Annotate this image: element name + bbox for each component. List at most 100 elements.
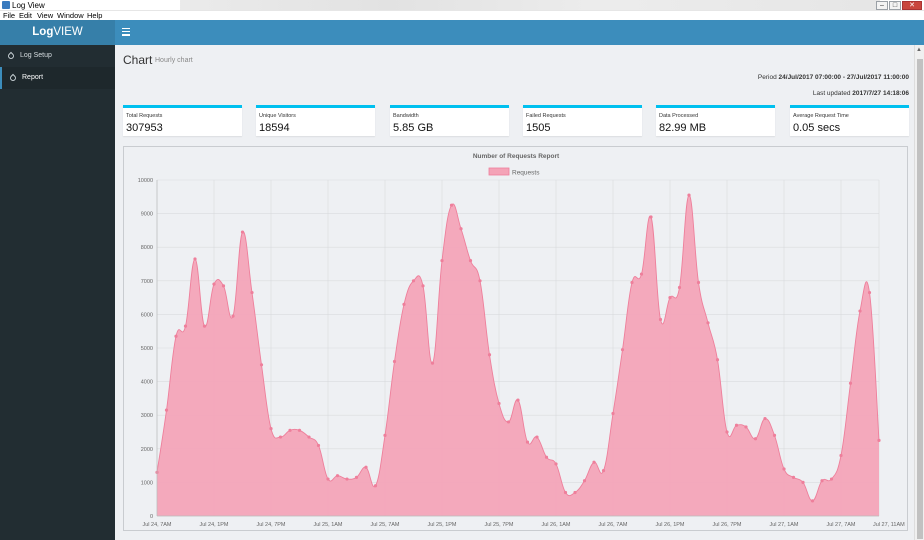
data-point [392, 359, 397, 364]
period-range: Period 24/Jul/2017 07:00:00 - 27/Jul/201… [758, 74, 909, 81]
sidebar-item-report[interactable]: Report [0, 67, 115, 89]
data-point [478, 279, 482, 283]
y-tick-label: 8000 [141, 245, 153, 251]
sidebar-item-label: Report [22, 74, 44, 81]
data-point [278, 435, 283, 439]
link-icon [8, 73, 18, 83]
data-point [307, 435, 311, 439]
data-point [411, 279, 416, 283]
sidebar-item-log-setup[interactable]: Log Setup [0, 45, 115, 67]
data-point [668, 296, 672, 300]
stat-data-processed: Data Processed 82.99 MB [656, 105, 775, 136]
sidebar-item-label: Log Setup [20, 52, 52, 59]
data-point [174, 334, 178, 338]
maximize-button[interactable]: □ [889, 1, 901, 10]
scroll-up-icon[interactable]: ▲ [916, 47, 922, 53]
data-point [525, 440, 530, 444]
hamburger-menu-icon[interactable] [122, 28, 130, 36]
data-point [630, 280, 634, 285]
data-point [601, 469, 606, 473]
x-tick-label: Jul 26, 1PM [655, 522, 684, 528]
data-point [763, 416, 767, 421]
y-tick-label: 7000 [141, 279, 153, 285]
data-point [288, 428, 292, 432]
data-point [877, 438, 881, 442]
page-subtitle: Hourly chart [155, 57, 193, 64]
y-tick-label: 1000 [141, 480, 153, 486]
data-point [677, 285, 682, 290]
top-navbar [115, 20, 924, 45]
stat-label: Failed Requests [526, 113, 566, 119]
background-tabs [180, 0, 880, 10]
x-tick-label: Jul 27, 11AM [873, 522, 905, 528]
y-tick-label: 5000 [141, 346, 153, 352]
data-point [364, 465, 368, 469]
last-updated: Last updated 2017/7/27 14:18:06 [813, 90, 909, 97]
data-point [459, 227, 463, 231]
data-point [544, 455, 549, 459]
stat-label: Unique Visitors [259, 113, 296, 119]
data-point [212, 282, 216, 286]
data-point [592, 460, 596, 464]
stat-unique-visitors: Unique Visitors 18594 [256, 105, 375, 136]
menu-view[interactable]: View [37, 11, 53, 20]
data-point [782, 467, 786, 471]
vertical-scrollbar[interactable]: ▲ [914, 45, 924, 540]
data-point [848, 381, 853, 385]
data-point [468, 259, 473, 263]
data-point [734, 423, 739, 427]
y-tick-label: 6000 [141, 312, 153, 318]
data-point [516, 398, 520, 402]
minimize-button[interactable]: – [876, 1, 888, 10]
legend-label: Requests [512, 170, 540, 177]
x-tick-label: Jul 27, 1AM [769, 522, 798, 528]
data-point [554, 462, 558, 466]
requests-chart: Number of Requests Report Requests 0 1000… [138, 153, 905, 528]
y-tick-label: 3000 [141, 413, 153, 419]
x-tick-label: Jul 25, 1AM [313, 522, 342, 528]
x-tick-label: Jul 26, 7PM [712, 522, 741, 528]
page-title: Chart [123, 53, 153, 67]
x-tick-label: Jul 24, 7PM [256, 522, 285, 528]
data-point [535, 435, 539, 439]
brand-logo[interactable]: LogVIEW [0, 20, 115, 45]
stat-label: Data Processed [659, 113, 699, 119]
menu-window[interactable]: Window [57, 11, 84, 20]
data-point [430, 361, 435, 365]
stat-label: Total Requests [126, 113, 163, 119]
data-point [696, 280, 701, 285]
data-point [791, 475, 796, 479]
chart-title: Number of Requests Report [473, 153, 560, 160]
x-tick-label: Jul 27, 7AM [826, 522, 855, 528]
updated-label: Last updated [812, 90, 851, 97]
close-button[interactable]: ✕ [902, 1, 922, 10]
data-point [649, 215, 653, 219]
scrollbar-thumb[interactable] [917, 59, 923, 539]
x-tick-label: Jul 25, 7AM [370, 522, 399, 528]
stat-total-requests: Total Requests 307953 [123, 105, 242, 136]
app-window: Log View – □ ✕ File Edit View Window Hel… [0, 0, 924, 540]
data-point [687, 193, 691, 197]
menu-file[interactable]: File [3, 11, 15, 20]
data-point [810, 499, 815, 503]
menu-edit[interactable]: Edit [19, 11, 32, 20]
data-point [402, 302, 406, 306]
stat-value: 18594 [259, 122, 290, 134]
x-tick-label: Jul 25, 1PM [427, 522, 456, 528]
data-point [345, 477, 349, 481]
data-point [354, 475, 359, 479]
data-point [582, 479, 587, 483]
stat-average-request-time: Average Request Time 0.05 secs [790, 105, 909, 136]
data-point [259, 363, 264, 367]
data-point [193, 257, 197, 261]
stat-value: 1505 [526, 122, 551, 134]
data-point [563, 490, 568, 495]
stat-value: 82.99 MB [659, 122, 707, 134]
data-point [725, 430, 729, 434]
stat-label: Average Request Time [793, 113, 849, 119]
data-point [221, 284, 226, 288]
data-point [316, 443, 321, 448]
menu-help[interactable]: Help [87, 11, 102, 20]
y-tick-label: 9000 [141, 212, 153, 218]
x-tick-label: Jul 24, 7AM [142, 522, 171, 528]
